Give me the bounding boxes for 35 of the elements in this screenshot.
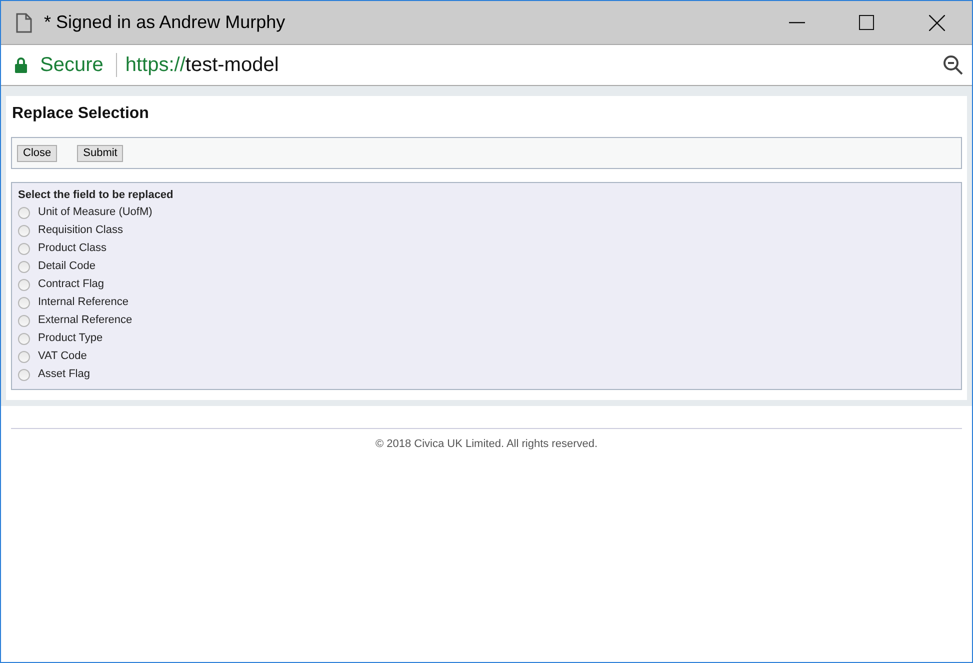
radio-button[interactable] — [18, 206, 30, 218]
zoom-out-icon[interactable] — [943, 55, 963, 75]
url-host: test-model — [185, 53, 279, 78]
option-label: Product Class — [38, 241, 106, 256]
radio-button[interactable] — [18, 260, 30, 272]
radio-button[interactable] — [18, 368, 30, 380]
option-label: Product Type — [38, 331, 103, 346]
copyright-text: © 2018 Civica UK Limited. All rights reserved. — [374, 436, 599, 452]
group-label: Select the field to be replaced — [18, 188, 174, 203]
form-button[interactable]: Submit — [77, 144, 124, 162]
radio-button[interactable] — [18, 296, 30, 308]
close-icon[interactable] — [929, 14, 945, 30]
radio-button[interactable] — [18, 242, 30, 254]
radio-button[interactable] — [18, 332, 30, 344]
option-label: Internal Reference — [38, 295, 128, 310]
radio-button[interactable] — [18, 278, 30, 290]
radio-button[interactable] — [18, 224, 30, 236]
radio-button[interactable] — [18, 314, 30, 326]
lock-icon — [15, 57, 27, 73]
radio-button[interactable] — [18, 350, 30, 362]
form-button[interactable]: Close — [17, 144, 58, 162]
maximize-icon[interactable] — [859, 15, 874, 30]
option-label: Detail Code — [38, 259, 96, 274]
page-heading: Replace Selection — [12, 104, 150, 124]
document-icon — [16, 12, 32, 32]
url-scheme: https:// — [125, 53, 186, 78]
option-label: Asset Flag — [38, 367, 90, 382]
option-label: VAT Code — [38, 349, 87, 364]
window-title: * Signed in as Andrew Murphy — [44, 11, 286, 34]
security-label: Secure — [40, 53, 104, 78]
option-label: Contract Flag — [38, 277, 104, 292]
minimize-icon[interactable] — [789, 22, 805, 24]
option-label: Requisition Class — [38, 223, 123, 238]
option-label: External Reference — [38, 313, 132, 328]
option-label: Unit of Measure (UofM) — [38, 205, 152, 220]
